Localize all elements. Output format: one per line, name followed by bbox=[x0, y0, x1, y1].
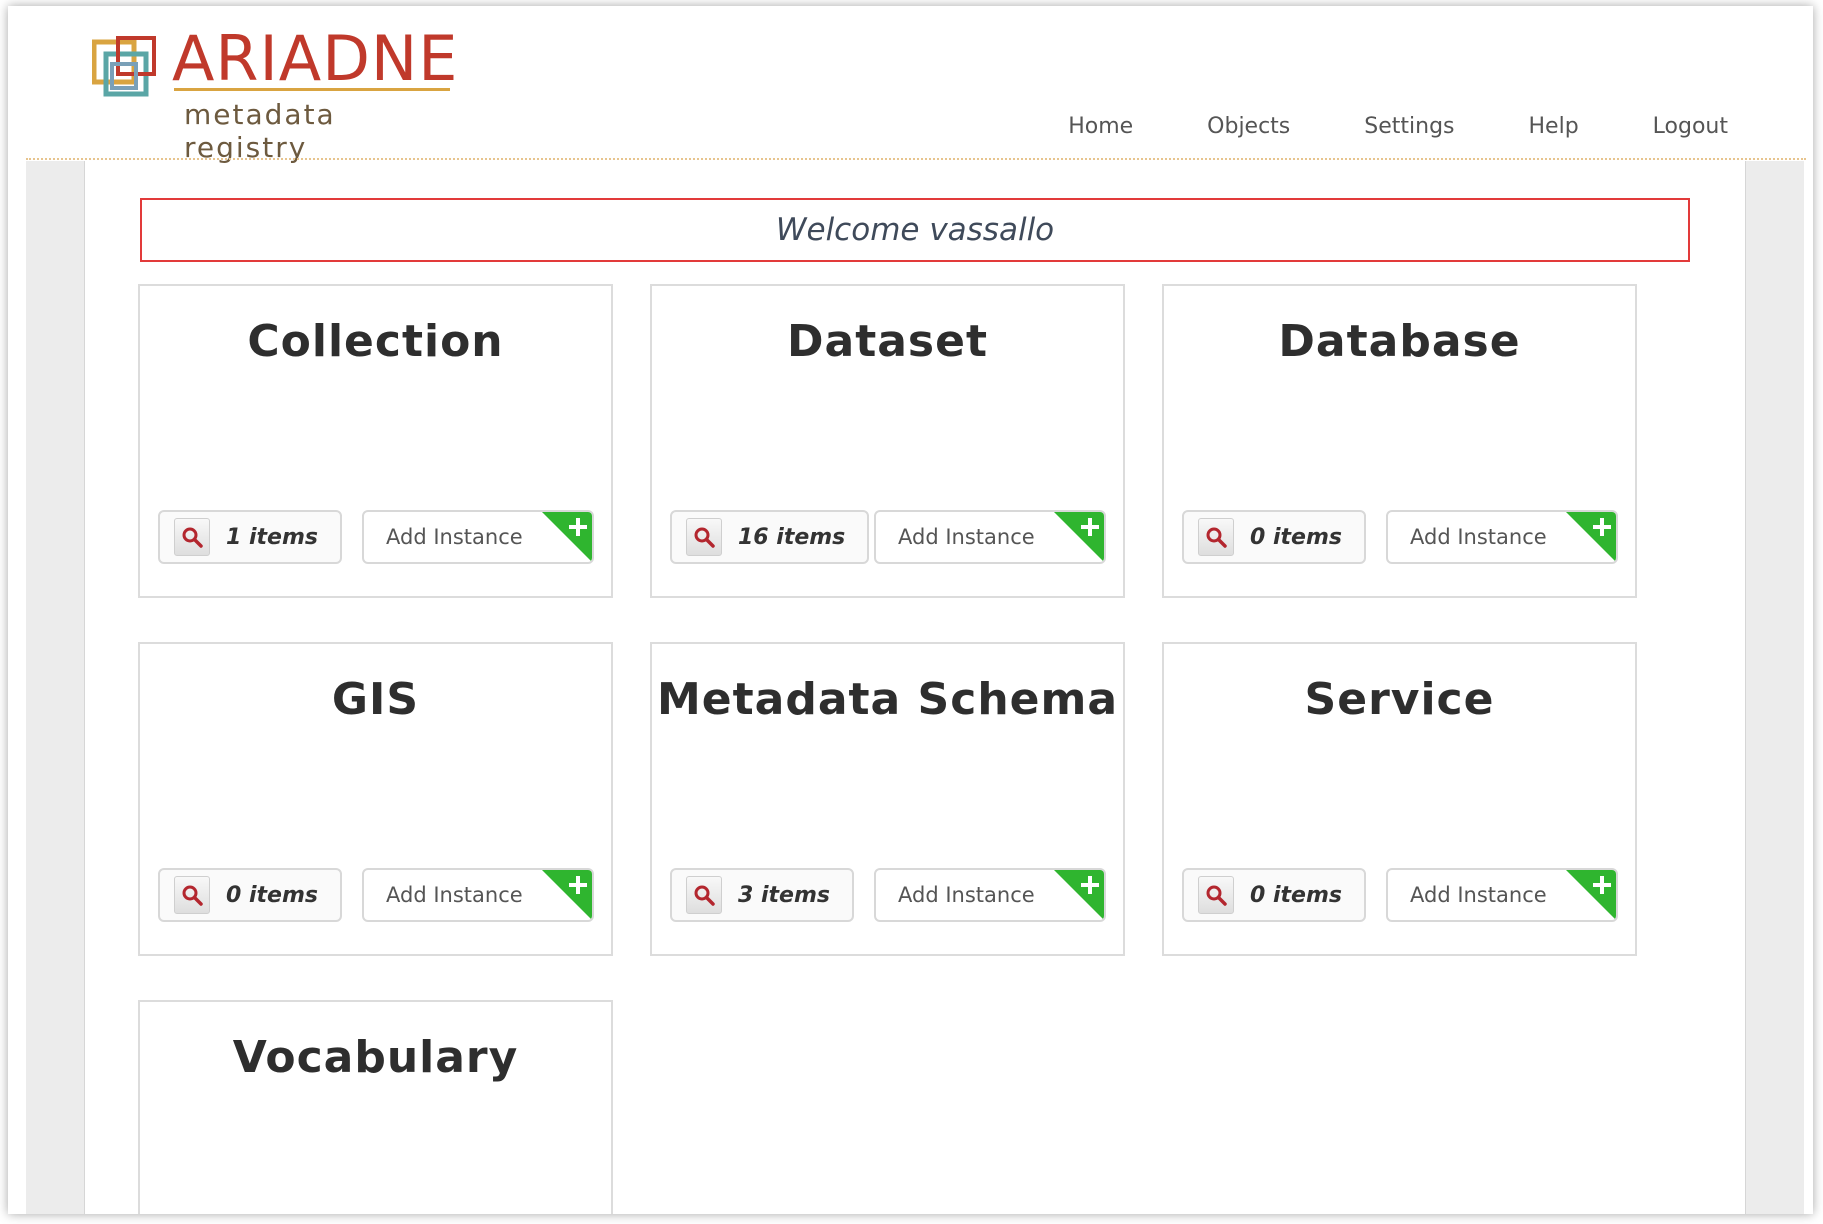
card-database: Database 0 items Add Instance bbox=[1162, 284, 1637, 598]
add-instance-button[interactable]: Add Instance bbox=[874, 868, 1106, 922]
search-icon bbox=[686, 876, 722, 914]
view-items-button[interactable]: 1 items bbox=[158, 510, 342, 564]
nav-objects[interactable]: Objects bbox=[1207, 114, 1290, 139]
logo-emblem-icon bbox=[92, 36, 156, 97]
right-gutter bbox=[1745, 161, 1804, 1214]
ariadne-logo[interactable]: ARIADNE metadata registry bbox=[92, 22, 462, 164]
nav-help[interactable]: Help bbox=[1529, 114, 1579, 139]
plus-icon bbox=[542, 512, 592, 562]
card-title: Service bbox=[1304, 674, 1495, 725]
items-count: 0 items bbox=[1250, 524, 1342, 550]
items-count: 1 items bbox=[226, 524, 318, 550]
add-instance-button[interactable]: Add Instance bbox=[1386, 510, 1618, 564]
welcome-banner: Welcome vassallo bbox=[140, 198, 1690, 262]
view-items-button[interactable]: 0 items bbox=[158, 868, 342, 922]
main-nav: Home Objects Settings Help Logout bbox=[994, 114, 1728, 139]
search-icon bbox=[174, 518, 210, 556]
view-items-button[interactable]: 3 items bbox=[670, 868, 854, 922]
card-title: Dataset bbox=[786, 316, 988, 367]
search-icon bbox=[686, 518, 722, 556]
search-icon bbox=[174, 876, 210, 914]
plus-icon bbox=[542, 870, 592, 920]
view-items-button[interactable]: 0 items bbox=[1182, 868, 1366, 922]
add-instance-button[interactable]: Add Instance bbox=[362, 868, 594, 922]
view-items-button[interactable]: 0 items bbox=[1182, 510, 1366, 564]
header-divider bbox=[26, 158, 1806, 160]
nav-logout[interactable]: Logout bbox=[1653, 114, 1728, 139]
logo-title: ARIADNE bbox=[172, 22, 459, 95]
card-vocabulary: Vocabulary bbox=[138, 1000, 613, 1214]
plus-icon bbox=[1566, 870, 1616, 920]
view-items-button[interactable]: 16 items bbox=[670, 510, 870, 564]
search-icon bbox=[1198, 876, 1234, 914]
add-instance-label: Add Instance bbox=[1410, 883, 1547, 907]
add-instance-label: Add Instance bbox=[898, 525, 1035, 549]
card-dataset: Dataset 16 items Add Instance bbox=[650, 284, 1125, 598]
items-count: 0 items bbox=[226, 882, 318, 908]
add-instance-label: Add Instance bbox=[386, 525, 523, 549]
search-icon bbox=[1198, 518, 1234, 556]
items-count: 0 items bbox=[1250, 882, 1342, 908]
app-window: ARIADNE metadata registry Home Objects S… bbox=[8, 6, 1813, 1214]
card-metadata-schema: Metadata Schema 3 items Add Instance bbox=[650, 642, 1125, 956]
nav-home[interactable]: Home bbox=[1068, 114, 1133, 139]
plus-icon bbox=[1566, 512, 1616, 562]
card-title: Database bbox=[1278, 316, 1521, 367]
logo-underline bbox=[174, 88, 450, 91]
card-title: Metadata Schema bbox=[656, 674, 1119, 725]
logo-subtitle: metadata registry bbox=[184, 98, 336, 164]
add-instance-label: Add Instance bbox=[386, 883, 523, 907]
plus-icon bbox=[1054, 870, 1104, 920]
card-title: Collection bbox=[247, 316, 504, 367]
add-instance-label: Add Instance bbox=[898, 883, 1035, 907]
add-instance-label: Add Instance bbox=[1410, 525, 1547, 549]
nav-settings[interactable]: Settings bbox=[1364, 114, 1454, 139]
plus-icon bbox=[1054, 512, 1104, 562]
items-count: 16 items bbox=[738, 524, 846, 550]
add-instance-button[interactable]: Add Instance bbox=[362, 510, 594, 564]
left-gutter bbox=[26, 161, 85, 1214]
header: ARIADNE metadata registry Home Objects S… bbox=[8, 6, 1813, 164]
card-service: Service 0 items Add Instance bbox=[1162, 642, 1637, 956]
card-gis: GIS 0 items Add Instance bbox=[138, 642, 613, 956]
card-title: Vocabulary bbox=[232, 1032, 519, 1083]
card-collection: Collection 1 items Add Instance bbox=[138, 284, 613, 598]
add-instance-button[interactable]: Add Instance bbox=[874, 510, 1106, 564]
add-instance-button[interactable]: Add Instance bbox=[1386, 868, 1618, 922]
card-title: GIS bbox=[331, 674, 420, 725]
items-count: 3 items bbox=[738, 882, 830, 908]
